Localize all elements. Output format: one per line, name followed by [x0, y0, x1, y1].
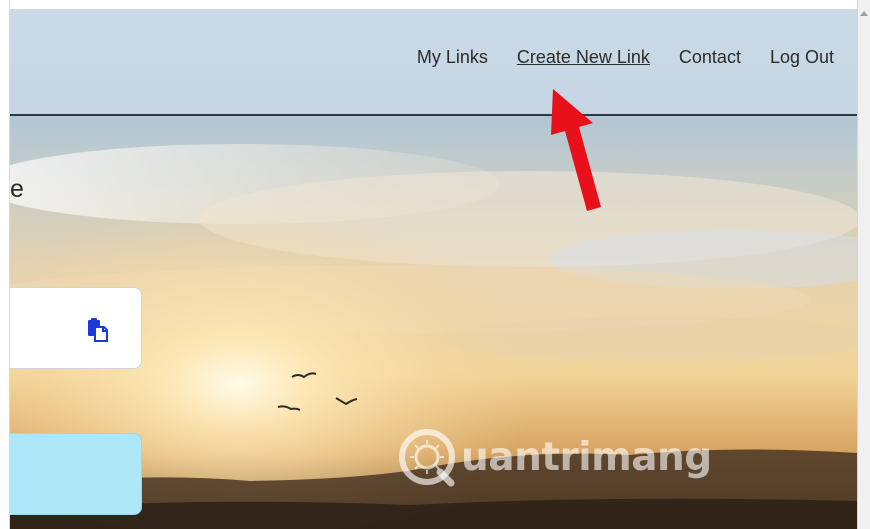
top-border [0, 0, 858, 9]
scroll-up-arrow-icon[interactable] [858, 8, 870, 20]
vertical-scrollbar[interactable] [857, 0, 870, 529]
nav-create-new-link[interactable]: Create New Link [517, 47, 650, 68]
create-link-button[interactable] [10, 433, 142, 515]
watermark-logo-icon [399, 429, 455, 487]
page-heading-fragment: e [10, 175, 24, 203]
main-nav: My Links Create New Link Contact Log Out [388, 47, 834, 68]
page-viewport: My Links Create New Link Contact Log Out… [10, 9, 857, 529]
paste-icon[interactable] [85, 318, 109, 342]
browser-frame: My Links Create New Link Contact Log Out… [0, 0, 870, 529]
top-navigation-bar: My Links Create New Link Contact Log Out [10, 9, 857, 116]
watermark: uantrimang [395, 425, 712, 489]
nav-contact[interactable]: Contact [679, 47, 741, 68]
watermark-text: uantrimang [461, 434, 712, 480]
left-border [0, 0, 10, 529]
red-pointer-arrow-icon [551, 89, 601, 211]
nav-log-out[interactable]: Log Out [770, 47, 834, 68]
nav-my-links[interactable]: My Links [417, 47, 488, 68]
link-input-field[interactable] [10, 287, 142, 369]
